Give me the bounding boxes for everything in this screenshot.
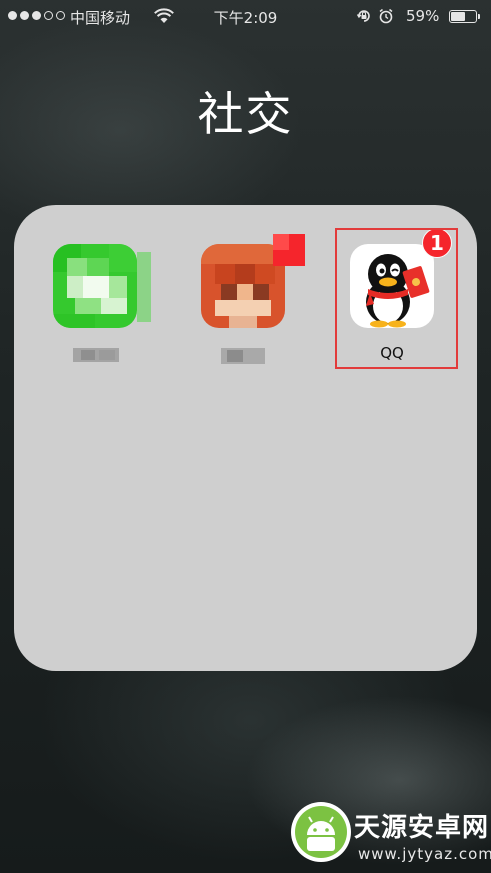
- pixelated-badge: [273, 234, 305, 266]
- pixel-fragment: [137, 252, 151, 322]
- watermark: 天源安卓网 www.jytyaz.com: [288, 795, 491, 873]
- android-logo-icon: [291, 802, 351, 862]
- battery-tip: [478, 14, 480, 19]
- rotation-lock-icon: [356, 10, 370, 22]
- blurred-label: [73, 348, 119, 362]
- alarm-icon: [379, 8, 393, 24]
- blurred-label: [221, 348, 265, 364]
- folder-title[interactable]: 社交: [0, 78, 491, 144]
- highlight-box: [335, 228, 458, 369]
- watermark-title: 天源安卓网: [354, 813, 490, 843]
- battery-percent: 59%: [406, 7, 440, 25]
- watermark-url: www.jytyaz.com: [358, 845, 491, 863]
- battery-fill: [451, 12, 465, 21]
- status-bar: 中国移动 下午2:09 59%: [0, 0, 491, 34]
- battery-icon: [449, 10, 477, 23]
- chat-bubble-icon: [53, 244, 137, 328]
